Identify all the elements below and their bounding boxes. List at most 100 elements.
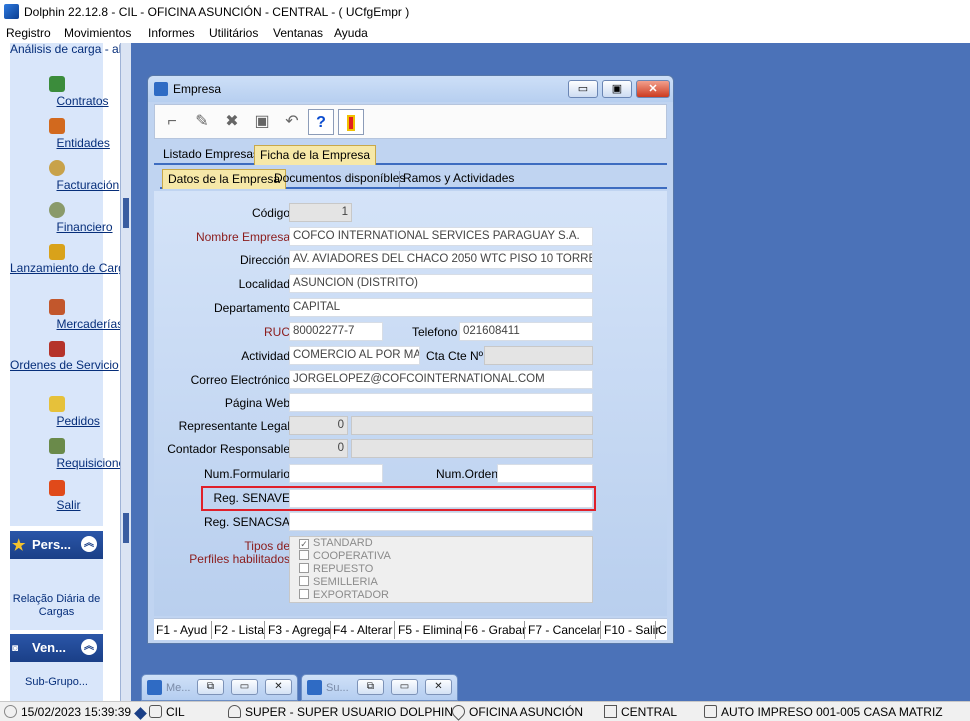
pagina-web-label: Página Web (224, 396, 290, 410)
toolbar: ⌐ ✎ ✖ ▣ ↶ ? (154, 104, 667, 139)
help-icon[interactable]: ? (308, 109, 334, 135)
save-icon[interactable]: ▣ (249, 109, 275, 135)
pagina-web-field[interactable] (289, 393, 593, 412)
perfil-semilleria-checkbox[interactable]: SEMILLERIA (299, 576, 378, 588)
contador-name-field[interactable] (351, 439, 593, 458)
menu-ventanas[interactable]: Ventanas (273, 26, 323, 40)
localidad-label: Localidad (238, 277, 290, 291)
sidebar-splitter[interactable] (120, 43, 131, 701)
sidebar-item-entidades[interactable]: Entidades (10, 118, 110, 150)
sidebar-item-ordenes[interactable]: Ordenes de Servicio (10, 341, 119, 372)
num-formulario-field[interactable] (289, 464, 383, 483)
minimized-window-1[interactable]: Me... ⧉ ▭ ✕ (141, 674, 298, 701)
menu-utilitarios[interactable]: Utilitários (209, 26, 258, 40)
clock-icon (4, 705, 17, 718)
section-ventas-header[interactable]: ◙ Ven... ︽ (10, 634, 103, 662)
codigo-label: Código (251, 206, 290, 220)
chevron-up-icon[interactable]: ︽ (81, 536, 97, 552)
maximize-button[interactable]: ▭ (391, 679, 418, 695)
close-button[interactable]: ✕ (265, 679, 292, 695)
perfil-repuesto-checkbox[interactable]: REPUESTO (299, 563, 373, 575)
sidebar-item-facturacion[interactable]: Facturación (10, 160, 119, 192)
tab-ramos[interactable]: Ramos y Actividades (398, 169, 519, 189)
representante-name-field[interactable] (351, 416, 593, 435)
f5-elimina-key[interactable]: F5 - Elimina (398, 623, 462, 637)
service-order-icon (48, 341, 65, 357)
edit-icon[interactable]: ✎ (189, 109, 215, 135)
menu-informes[interactable]: Informes (148, 26, 195, 40)
location-pin-icon (449, 702, 468, 721)
ruc-field[interactable]: 80002277-7 (289, 322, 383, 341)
sidebar-item-relacao[interactable]: Relação Diária de Cargas (10, 593, 103, 619)
contract-icon (48, 76, 65, 92)
minimize-button[interactable]: ▭ (568, 80, 598, 98)
sidebar-item-financiero[interactable]: Financiero (10, 202, 113, 234)
minimized-window-2[interactable]: Su... ⧉ ▭ ✕ (301, 674, 458, 701)
departamento-field[interactable]: CAPITAL (289, 298, 593, 317)
close-button[interactable]: ✕ (425, 679, 452, 695)
exit-door-icon[interactable] (338, 109, 364, 135)
contador-label: Contador Responsable (167, 442, 290, 456)
codigo-field[interactable]: 1 (289, 203, 352, 222)
tab-datos-empresa[interactable]: Datos de la Empresa (162, 169, 287, 189)
restore-button[interactable]: ⧉ (197, 679, 224, 695)
menu-registro[interactable]: Registro (6, 26, 51, 40)
window-title-bar[interactable]: Empresa ▭ ▣ ✕ (148, 76, 673, 102)
delete-icon[interactable]: ✖ (219, 109, 245, 135)
menu-ayuda[interactable]: Ayuda (334, 26, 368, 40)
localidad-field[interactable]: ASUNCION (DISTRITO) (289, 274, 593, 293)
undo-icon[interactable]: ↶ (279, 109, 305, 135)
sidebar-item-salir[interactable]: Salir (10, 480, 103, 512)
f10-salir-key[interactable]: F10 - Salir (604, 623, 659, 637)
truck-icon (48, 244, 65, 260)
correo-label: Correo Electrónico (190, 373, 290, 387)
maximize-button[interactable]: ▭ (231, 679, 258, 695)
cta-cte-field[interactable] (484, 346, 593, 365)
chevron-up-icon[interactable]: ︽ (81, 639, 97, 655)
nav-panel: Análisis de carga - algodón Contratos En… (10, 43, 155, 526)
reg-senave-field[interactable] (289, 489, 593, 508)
sidebar-item-subgrupo[interactable]: Sub-Grupo... (10, 676, 103, 688)
perfil-cooperativa-checkbox[interactable]: COOPERATIVA (299, 550, 391, 562)
fkey-overflow[interactable]: C (658, 623, 667, 637)
window-icon: ◙ (12, 643, 19, 654)
contador-code-field[interactable]: 0 (289, 439, 348, 458)
sidebar-item-mercaderias[interactable]: Mercaderías (10, 299, 123, 331)
num-orden-field[interactable] (497, 464, 593, 483)
representante-code-field[interactable]: 0 (289, 416, 348, 435)
f3-agrega-key[interactable]: F3 - Agrega (268, 623, 331, 637)
maximize-button[interactable]: ▣ (602, 80, 632, 98)
sidebar-item-lanzamiento[interactable]: Lanzamiento de Carga (10, 244, 131, 275)
telefono-field[interactable]: 021608411 (459, 322, 593, 341)
status-bar: 15/02/2023 15:39:39 CIL SUPER - SUPER US… (0, 701, 970, 721)
reg-senacsa-field[interactable] (289, 512, 593, 531)
tab-listado-empresas[interactable]: Listado Empresas (158, 145, 264, 165)
perfil-standard-checkbox[interactable]: ✓ STANDARD (299, 537, 373, 549)
f4-alterar-key[interactable]: F4 - Alterar (333, 623, 392, 637)
status-printer: AUTO IMPRESO 001-005 CASA MATRIZ (704, 705, 943, 719)
f1-ayuda-key[interactable]: F1 - Ayud (156, 623, 207, 637)
sidebar-item-label: Mercaderías (56, 317, 124, 331)
close-button[interactable]: ✕ (636, 80, 670, 98)
actividad-field[interactable]: COMERCIO AL POR MAY (289, 346, 420, 365)
sidebar-item-requisiciones[interactable]: Requisiciones (10, 438, 131, 470)
splitter-grip[interactable] (123, 513, 129, 543)
sidebar-item-contratos[interactable]: Contratos (10, 76, 109, 108)
f6-grabar-key[interactable]: F6 - Grabar (464, 623, 526, 637)
f2-lista-key[interactable]: F2 - Lista (214, 623, 264, 637)
user-icon (228, 705, 241, 718)
new-icon[interactable]: ⌐ (159, 109, 185, 135)
nombre-field[interactable]: COFCO INTERNATIONAL SERVICES PARAGUAY S.… (289, 227, 593, 246)
splitter-grip[interactable] (123, 198, 129, 228)
restore-button[interactable]: ⧉ (357, 679, 384, 695)
perfil-exportador-checkbox[interactable]: EXPORTADOR (299, 589, 389, 601)
sidebar-item-pedidos[interactable]: Pedidos (10, 396, 103, 428)
section-personal-header[interactable]: ★ Pers... ︽ (10, 531, 103, 559)
correo-field[interactable]: JORGELOPEZ@COFCOINTERNATIONAL.COM (289, 370, 593, 389)
tab-ficha-empresa[interactable]: Ficha de la Empresa (254, 145, 377, 165)
direccion-field[interactable]: AV. AVIADORES DEL CHACO 2050 WTC PISO 10… (289, 250, 593, 269)
tab-documentos[interactable]: Documentos disponíbles (269, 169, 410, 189)
f7-cancelar-key[interactable]: F7 - Cancelar (528, 623, 601, 637)
database-icon (149, 705, 162, 718)
menu-movimientos[interactable]: Movimientos (64, 26, 131, 40)
